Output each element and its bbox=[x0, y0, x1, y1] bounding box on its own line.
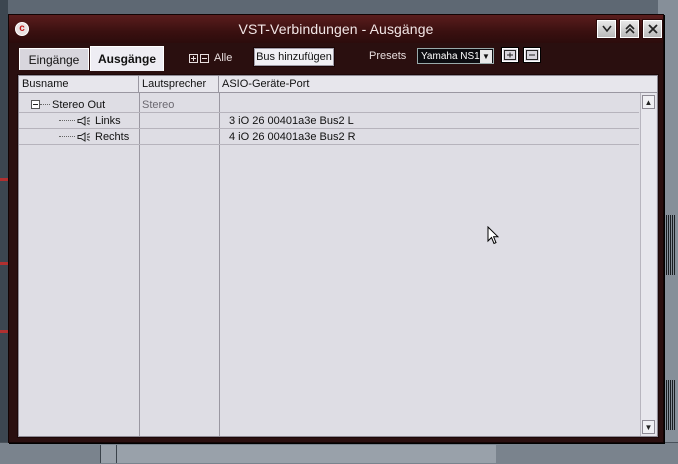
tab-label: Ausgänge bbox=[98, 52, 157, 66]
vertical-scrollbar[interactable]: ▲ ▼ bbox=[640, 93, 656, 436]
tab-label: Eingänge bbox=[28, 52, 80, 67]
presets-dropdown[interactable]: Yamaha NS1 ▼ bbox=[417, 48, 494, 64]
column-header-lautsprecher[interactable]: Lautsprecher bbox=[139, 76, 219, 92]
close-icon[interactable] bbox=[642, 19, 663, 39]
tab-ausgaenge[interactable]: Ausgänge bbox=[90, 46, 164, 71]
expand-all-icon[interactable] bbox=[189, 53, 198, 63]
channel-name: Links bbox=[95, 114, 121, 127]
bus-table: Busname Lautsprecher ASIO-Geräte-Port St… bbox=[17, 74, 659, 438]
track-marker bbox=[0, 262, 8, 265]
bus-name-cell: Stereo Out bbox=[19, 97, 139, 112]
minimize-icon[interactable] bbox=[596, 19, 617, 39]
title-bar[interactable]: c VST-Verbindungen - Ausgänge bbox=[9, 15, 663, 43]
background-track-lane bbox=[0, 0, 8, 464]
audio-waveform bbox=[662, 215, 676, 275]
add-bus-button[interactable]: Bus hinzufügen bbox=[253, 47, 335, 67]
asio-port-cell[interactable] bbox=[229, 97, 629, 112]
mouse-cursor-icon bbox=[487, 226, 499, 245]
speaker-icon bbox=[77, 131, 90, 142]
store-preset-icon[interactable] bbox=[501, 47, 519, 63]
speaker-cell: Stereo bbox=[142, 98, 175, 111]
collapse-all-icon[interactable] bbox=[200, 53, 209, 63]
bus-name-cell: Rechts bbox=[19, 129, 139, 144]
track-segment bbox=[100, 445, 116, 463]
bus-name: Stereo Out bbox=[52, 98, 106, 111]
scroll-down-icon[interactable]: ▼ bbox=[642, 420, 655, 434]
collapse-node-icon[interactable] bbox=[31, 100, 40, 109]
maximize-icon[interactable] bbox=[619, 19, 640, 39]
window-title: VST-Verbindungen - Ausgänge bbox=[238, 21, 434, 37]
tab-eingaenge[interactable]: Eingänge bbox=[19, 48, 89, 70]
bus-name-cell: Links bbox=[19, 113, 139, 128]
track-segment bbox=[116, 445, 496, 463]
column-header-busname[interactable]: Busname bbox=[19, 76, 139, 92]
vst-connections-window: c VST-Verbindungen - Ausgänge Eingänge A… bbox=[8, 14, 664, 443]
toolbar: Eingänge Ausgänge Alle Bus hinzufügen Pr… bbox=[12, 43, 660, 74]
table-row[interactable]: Stereo Out Stereo bbox=[19, 97, 639, 113]
asio-port-cell[interactable]: 3 iO 26 00401a3e Bus2 L bbox=[229, 113, 629, 128]
tree-line bbox=[59, 136, 75, 137]
table-row[interactable]: Rechts 4 iO 26 00401a3e Bus2 R bbox=[19, 129, 639, 145]
audio-waveform bbox=[662, 380, 676, 430]
tree-line bbox=[59, 120, 75, 121]
track-marker bbox=[0, 178, 8, 181]
speaker-cell bbox=[142, 129, 218, 144]
presets-label: Presets bbox=[369, 50, 407, 62]
speaker-cell bbox=[142, 113, 218, 128]
background-bottom-bar bbox=[0, 442, 678, 464]
preset-value: Yamaha NS1 bbox=[421, 50, 480, 62]
tree-line bbox=[40, 104, 50, 105]
channel-name: Rechts bbox=[95, 130, 130, 143]
remove-preset-icon[interactable] bbox=[523, 47, 541, 63]
table-header: Busname Lautsprecher ASIO-Geräte-Port bbox=[19, 76, 657, 93]
expand-collapse-all: Alle bbox=[189, 50, 232, 66]
speaker-icon bbox=[77, 115, 90, 126]
all-label: Alle bbox=[214, 52, 233, 64]
column-header-asio-port[interactable]: ASIO-Geräte-Port bbox=[219, 76, 657, 92]
chevron-down-icon[interactable]: ▼ bbox=[480, 49, 492, 63]
scroll-up-icon[interactable]: ▲ bbox=[642, 95, 655, 109]
asio-port-cell[interactable]: 4 iO 26 00401a3e Bus2 R bbox=[229, 129, 629, 144]
track-marker bbox=[0, 330, 8, 333]
table-row[interactable]: Links 3 iO 26 00401a3e Bus2 L bbox=[19, 113, 639, 129]
